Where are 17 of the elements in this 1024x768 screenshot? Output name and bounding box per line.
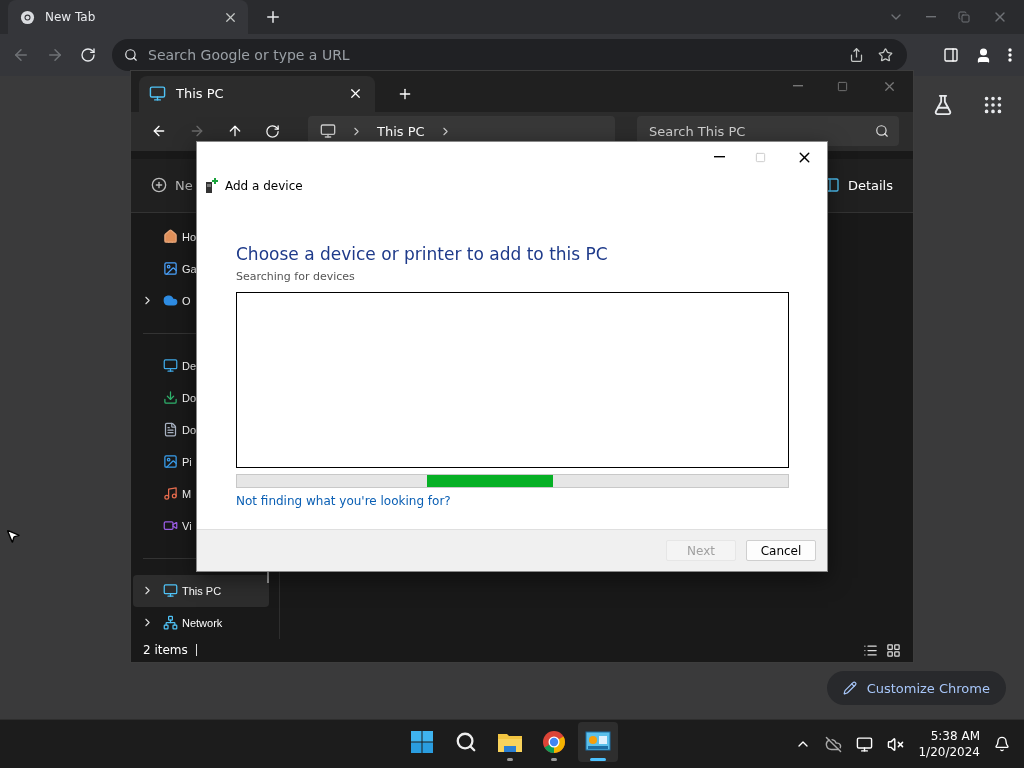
sidebar-label: This PC: [182, 584, 222, 597]
sidebar-label: Do: [182, 391, 197, 404]
dialog-title: Add a device: [225, 179, 303, 193]
tab-title: New Tab: [45, 10, 96, 24]
sidebar-label: De: [182, 359, 197, 372]
tab-title: This PC: [176, 86, 224, 102]
sidebar-label: Pi: [182, 455, 192, 468]
status-text: 2 items: [143, 643, 188, 658]
sidebar-label: Ga: [182, 262, 197, 275]
sidebar-label: Ho: [182, 230, 197, 243]
sidebar-label: Vi: [182, 519, 192, 532]
sidebar-label: Network: [182, 616, 223, 629]
dialog-heading: Choose a device or printer to add to this PC: [236, 244, 609, 264]
sidebar-label: O: [182, 294, 191, 307]
sidebar-label: M: [182, 487, 192, 500]
status-text: Searching for devices: [236, 270, 356, 283]
sidebar-label: Do: [182, 423, 197, 436]
